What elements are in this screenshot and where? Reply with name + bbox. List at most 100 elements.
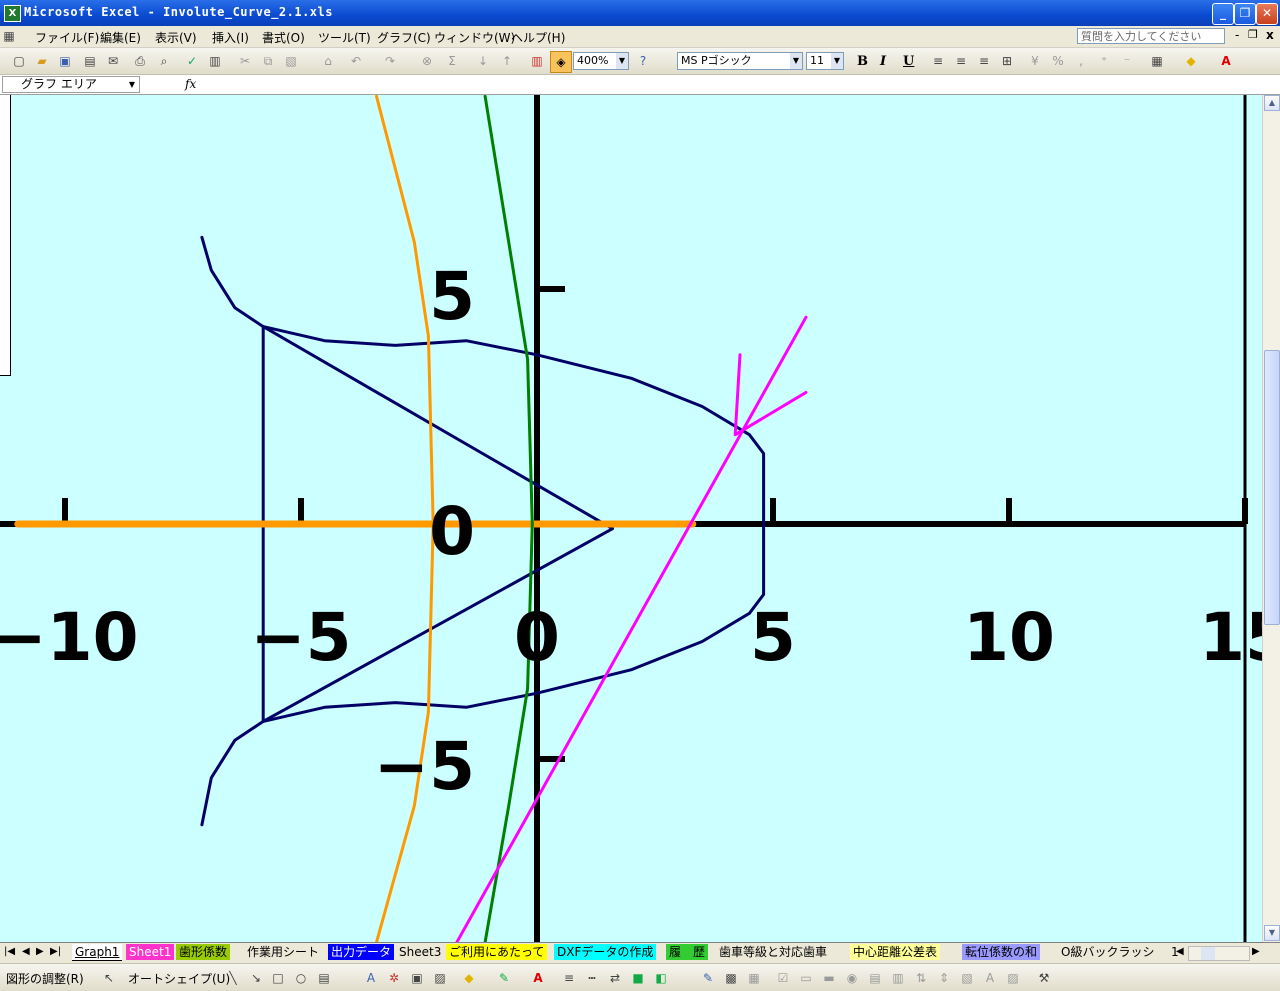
combobox-icon[interactable]: ▥ [891, 971, 905, 985]
sheet-tab[interactable]: Sheet3 [396, 944, 445, 960]
menu-tools[interactable]: ツール(T) [318, 29, 371, 46]
minimize-button[interactable]: _ [1212, 3, 1234, 25]
chart-area[interactable]: −10 −5 0 5 10 15 5 0 −5 [0, 95, 1262, 942]
sheet-tab[interactable]: ご利用にあたって [446, 944, 548, 960]
fill-color-icon[interactable]: ◆ [1184, 54, 1198, 68]
drawing-toggle-icon[interactable]: ◈ [550, 51, 572, 73]
sheet-tab[interactable]: 作業用シート [244, 944, 323, 960]
oval-icon[interactable]: ○ [294, 971, 308, 985]
menu-edit[interactable]: 編集(E) [100, 29, 141, 46]
arrow-style-icon[interactable]: ⇄ [608, 971, 622, 985]
image-control-icon[interactable]: ▨ [1006, 971, 1020, 985]
clipart-icon[interactable]: ▣ [410, 971, 424, 985]
horizontal-scrollbar[interactable] [1188, 946, 1250, 961]
doc-restore-button[interactable]: ❐ [1248, 28, 1258, 41]
redo-icon[interactable]: ↷ [383, 54, 397, 68]
menu-help[interactable]: ヘルプ(H) [511, 29, 565, 46]
sort-ascending-icon[interactable]: ↓ [476, 54, 490, 68]
permission-icon[interactable]: ▤ [83, 54, 97, 68]
prev-sheet-icon[interactable]: ◀ [22, 946, 30, 957]
close-button[interactable]: ✕ [1256, 3, 1278, 25]
align-right-icon[interactable]: ≡ [977, 54, 991, 68]
object-icon[interactable]: ▦ [747, 971, 761, 985]
line-color-icon[interactable]: ✎ [497, 971, 511, 985]
help-icon[interactable]: ? [636, 54, 650, 68]
sheet-tab[interactable]: 歯車等級と対応歯車 [716, 944, 831, 960]
3d-icon[interactable]: ◧ [654, 971, 668, 985]
spelling-icon[interactable]: ✓ [185, 54, 199, 68]
chart-edit-icon[interactable]: ✎ [701, 971, 715, 985]
font-color-icon[interactable]: A [1219, 54, 1233, 68]
email-icon[interactable]: ✉ [106, 54, 120, 68]
bold-button[interactable]: B [857, 54, 868, 69]
vertical-scrollbar[interactable]: ▲ ▼ [1262, 95, 1280, 942]
percent-button[interactable]: % [1051, 54, 1065, 68]
wordart-icon[interactable]: A [364, 971, 378, 985]
font-color-icon[interactable]: A [531, 971, 545, 985]
scroll-thumb[interactable] [1264, 350, 1280, 625]
open-icon[interactable]: ▰ [35, 54, 49, 68]
menu-window[interactable]: ウィンドウ(W) [434, 29, 515, 46]
checkbox-icon[interactable]: ☑ [776, 971, 790, 985]
menu-format[interactable]: 書式(O) [262, 29, 305, 46]
doc-minimize-button[interactable]: - [1235, 28, 1239, 42]
listbox-icon[interactable]: ▤ [868, 971, 882, 985]
autosum-icon[interactable]: Σ [445, 54, 459, 68]
line-style-icon[interactable]: ≡ [562, 971, 576, 985]
align-center-icon[interactable]: ≡ [954, 54, 968, 68]
doc-close-button[interactable]: x [1266, 28, 1274, 42]
format-painter-icon[interactable]: ⌂ [321, 54, 335, 68]
rectangle-icon[interactable]: □ [271, 971, 285, 985]
decrease-decimal-icon[interactable]: ⁻ [1120, 54, 1134, 68]
first-sheet-icon[interactable]: |◀ [4, 946, 15, 957]
menu-file[interactable]: ファイル(F) [35, 29, 99, 46]
paste-icon[interactable]: ▧ [284, 54, 298, 68]
sheet-tab[interactable]: O級バックラッシ [1058, 944, 1158, 960]
picture-icon[interactable]: ▨ [433, 971, 447, 985]
arrow-icon[interactable]: ↘ [249, 971, 263, 985]
shadow-icon[interactable]: ■ [631, 971, 645, 985]
scrollbar-control-icon[interactable]: ⇅ [914, 971, 928, 985]
spinner-icon[interactable]: ⇕ [937, 971, 951, 985]
label-control-icon[interactable]: A [983, 971, 997, 985]
sheet-icon[interactable]: ▦ [2, 29, 16, 43]
dash-style-icon[interactable]: ┅ [585, 971, 599, 985]
format-object-icon[interactable]: ▩ [724, 971, 738, 985]
sheet-tab[interactable]: 履 歴 [666, 944, 709, 960]
research-icon[interactable]: ▥ [208, 54, 222, 68]
menu-insert[interactable]: 挿入(I) [212, 29, 249, 46]
restore-button[interactable]: ❐ [1234, 3, 1256, 25]
font-size-select[interactable]: 11 ▼ [806, 52, 844, 70]
scroll-down-icon[interactable]: ▼ [1264, 925, 1280, 941]
scroll-right-icon[interactable]: ▶ [1252, 946, 1260, 957]
sheet-tab[interactable]: Graph1 [72, 944, 123, 961]
autoshape-menu[interactable]: オートシェイプ(U) [128, 970, 230, 987]
increase-decimal-icon[interactable]: ⁺ [1097, 54, 1111, 68]
diagram-icon[interactable]: ✲ [387, 971, 401, 985]
menu-chart[interactable]: グラフ(C) [377, 29, 431, 46]
next-sheet-icon[interactable]: ▶ [36, 946, 44, 957]
hyperlink-icon[interactable]: ⊗ [420, 54, 434, 68]
textbox-icon[interactable]: ▤ [317, 971, 331, 985]
merge-center-icon[interactable]: ⊞ [1000, 54, 1014, 68]
borders-icon[interactable]: ▦ [1150, 54, 1164, 68]
sheet-tab[interactable]: 転位係数の和 [962, 944, 1041, 960]
sheet-tab[interactable]: Sheet1 [126, 944, 175, 960]
shape-adjust-menu[interactable]: 図形の調整(R) [6, 970, 84, 987]
select-pointer-icon[interactable]: ↖ [102, 971, 116, 985]
sheet-tab[interactable]: 歯形係数 [176, 944, 231, 960]
comma-icon[interactable]: , [1074, 54, 1088, 68]
line-icon[interactable]: ╲ [226, 971, 240, 985]
print-icon[interactable]: ⎙ [133, 54, 147, 68]
tab-split-icon[interactable]: ◀ [1176, 946, 1184, 957]
underline-button[interactable]: U [903, 54, 914, 69]
save-icon[interactable]: ▣ [58, 54, 72, 68]
undo-icon[interactable]: ↶ [349, 54, 363, 68]
print-preview-icon[interactable]: ⌕ [157, 54, 171, 68]
cut-icon[interactable]: ✂ [238, 54, 252, 68]
copy-icon[interactable]: ⧉ [261, 54, 275, 68]
italic-button[interactable]: I [880, 54, 886, 69]
groupbox-icon[interactable]: ▭ [799, 971, 813, 985]
scroll-up-icon[interactable]: ▲ [1264, 95, 1280, 111]
excel-icon[interactable]: X [4, 5, 21, 22]
